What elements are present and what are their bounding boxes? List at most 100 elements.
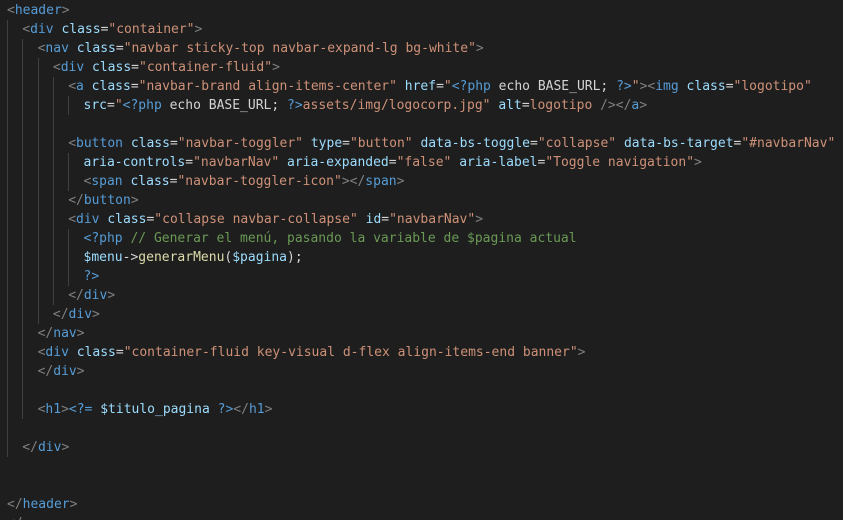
- code-line[interactable]: <div class="container-fluid">: [53, 58, 280, 77]
- code-token-var: $pagina: [232, 250, 288, 265]
- code-token-punct: >: [107, 288, 116, 303]
- indent-guide: [7, 20, 8, 457]
- code-token-text: =: [342, 136, 350, 151]
- code-line[interactable]: $menu->generarMenu($pagina);: [84, 248, 303, 267]
- code-token-php: ?>: [287, 98, 303, 113]
- code-token-text: =: [115, 41, 124, 56]
- code-token-attr: class: [76, 41, 116, 56]
- code-token-str: "container-fluid": [139, 60, 273, 75]
- code-token-punct: >: [577, 345, 586, 360]
- code-token-attr: aria-label: [459, 155, 538, 170]
- code-line[interactable]: </header>: [7, 495, 77, 514]
- code-token-str: "navbar-toggler": [177, 136, 304, 151]
- code-token-punct: >: [92, 307, 100, 322]
- code-token-str: "collapse": [537, 136, 617, 151]
- code-line[interactable]: <div class = "collapse navbar-collapse" id…: [68, 210, 483, 229]
- code-line[interactable]: <div class="container-fluid key-visual d…: [38, 343, 586, 362]
- code-editor[interactable]: <header> <div class="container"> <nav clas…: [0, 0, 843, 520]
- code-line[interactable]: </: [7, 514, 23, 520]
- code-line[interactable]: <h1><?= $titulo_pagina ?></h1>: [38, 400, 273, 419]
- code-token-tag: nav: [53, 326, 77, 341]
- code-token-tag: div: [60, 60, 85, 75]
- code-token-str: "Toggle navigation": [545, 155, 695, 170]
- code-line[interactable]: </nav>: [38, 324, 85, 343]
- code-line[interactable]: </div>: [68, 286, 115, 305]
- code-token-attr: class: [107, 212, 147, 227]
- code-token-punct: >: [61, 440, 70, 455]
- code-token-punct: </: [37, 364, 54, 379]
- indent-guide: [68, 229, 70, 286]
- code-token-tag: div: [37, 440, 62, 455]
- code-token-punct: </: [37, 326, 54, 341]
- code-line[interactable]: </div>: [53, 305, 100, 324]
- code-line[interactable]: <a class="navbar-brand align-items-cente…: [68, 77, 812, 96]
- code-token-tag: h1: [45, 402, 62, 417]
- code-token-punct: >: [76, 326, 85, 341]
- code-token-str: "container": [108, 22, 195, 37]
- indent-guide: [68, 153, 70, 191]
- code-token-attr: class: [130, 136, 170, 151]
- code-token-punct: </: [22, 440, 38, 455]
- code-line[interactable]: src="<?php echo BASE_URL; ?>assets/img/l…: [84, 96, 648, 115]
- code-token-punct: >: [639, 98, 648, 113]
- code-token-text: =: [185, 155, 194, 170]
- code-line[interactable]: <button class="navbar-toggler" type="but…: [68, 134, 835, 153]
- code-token-tag: div: [83, 288, 108, 303]
- code-token-fn: generarMenu: [138, 250, 225, 265]
- code-line[interactable]: </div>: [38, 362, 85, 381]
- code-line[interactable]: <span class="navbar-toggler-icon"></span…: [84, 172, 405, 191]
- code-line[interactable]: aria-controls="navbarNav" aria-expanded=…: [84, 153, 702, 172]
- code-token-php: ?>: [217, 402, 234, 417]
- code-token-punct: >: [194, 22, 203, 37]
- code-token-tag: div: [53, 364, 77, 379]
- code-token-punct: >: [272, 60, 280, 75]
- code-token-text: echo BASE_URL;: [490, 79, 617, 94]
- code-token-punct: </: [52, 307, 69, 322]
- indent-guide: [37, 58, 39, 324]
- code-token-tag: div: [45, 345, 69, 360]
- code-line[interactable]: <div class="container">: [22, 20, 202, 39]
- code-token-str: ": [443, 79, 452, 94]
- code-line[interactable]: ?>: [84, 267, 100, 286]
- code-token-punct: >: [61, 402, 69, 417]
- code-token-punct: />: [600, 98, 616, 113]
- code-token-attr: aria-controls: [83, 155, 186, 170]
- code-token-tag: a: [76, 79, 84, 94]
- code-token-tag: span: [365, 174, 397, 189]
- code-token-punct: >: [341, 174, 350, 189]
- code-token-punct: </: [68, 288, 84, 303]
- code-token-str: ": [631, 79, 640, 94]
- code-line[interactable]: <header>: [7, 1, 70, 20]
- code-token-punct: >: [69, 497, 78, 512]
- code-token-punct: <: [68, 212, 77, 227]
- code-token-var: $menu: [83, 250, 123, 265]
- code-line[interactable]: </button>: [68, 191, 138, 210]
- code-token-attr: class: [91, 79, 131, 94]
- code-token-attr: data-bs-target: [623, 136, 734, 151]
- code-token-tag: header: [14, 3, 62, 18]
- code-line[interactable]: </div>: [22, 438, 69, 457]
- code-token-str: "collapse navbar-collapse": [154, 212, 358, 227]
- code-token-text: =: [381, 212, 390, 227]
- code-line[interactable]: <?php // Generar el menú, pasando la var…: [84, 229, 577, 248]
- code-token-text: =: [130, 79, 139, 94]
- code-token-punct: </: [68, 193, 84, 208]
- code-line[interactable]: <nav class="navbar sticky-top navbar-exp…: [38, 39, 484, 58]
- indent-guide: [52, 77, 54, 305]
- code-token-text: ->: [122, 250, 139, 265]
- code-token-text: =: [169, 136, 178, 151]
- code-token-php: ?>: [616, 79, 632, 94]
- code-token-attr: type: [310, 136, 343, 151]
- code-token-text: =: [530, 136, 538, 151]
- code-token-tag: h1: [248, 402, 265, 417]
